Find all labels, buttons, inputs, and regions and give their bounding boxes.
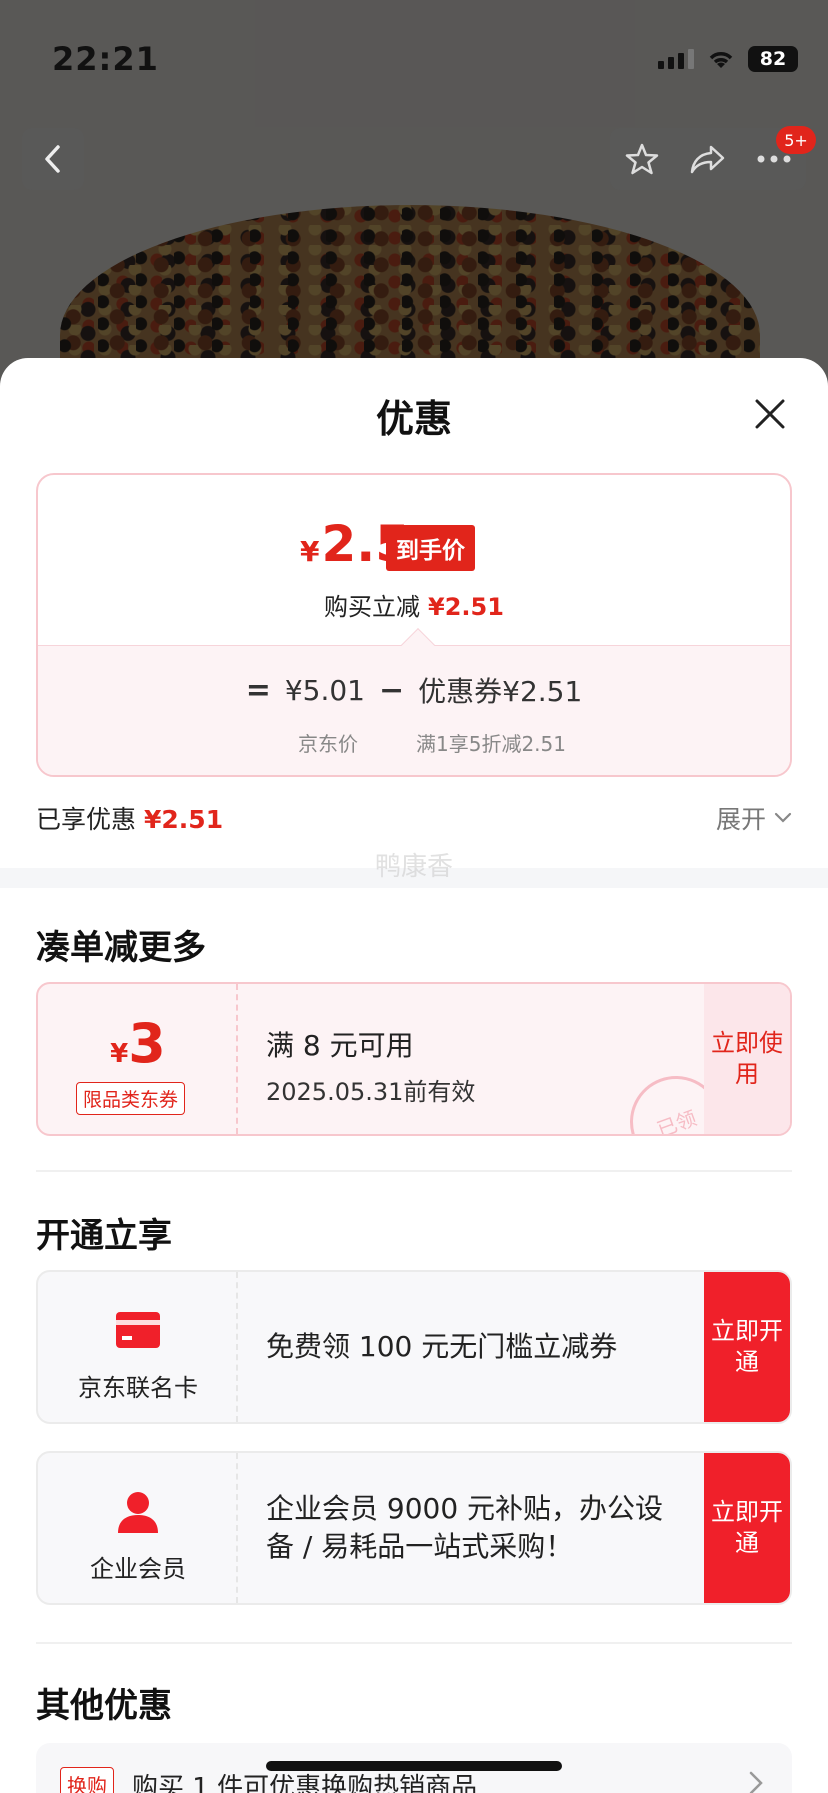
open-now-button[interactable]: 立即开通 — [704, 1453, 790, 1603]
coupon-condition: 满 8 元可用 — [266, 1029, 414, 1062]
notification-badge: 5+ — [776, 126, 816, 154]
trade-in-tag: 换购 — [60, 1767, 114, 1793]
enjoyed-discount: 已享优惠 ¥2.51 — [36, 800, 223, 836]
chevron-left-icon — [45, 145, 60, 173]
section-title-open: 开通立享 — [36, 1216, 172, 1256]
sheet-title: 优惠 — [375, 397, 452, 441]
jd-price-label: 京东价 — [298, 732, 358, 756]
coupon-card: ¥3 限品类东券 满 8 元可用 2025.05.31前有效 已领 立即使用 — [36, 982, 792, 1136]
minus-sign: − — [379, 672, 405, 708]
use-coupon-button[interactable]: 立即使用 — [704, 984, 790, 1134]
instant-discount-amount: ¥2.51 — [428, 593, 504, 621]
close-icon[interactable] — [752, 396, 788, 432]
offer-icon-area: 企业会员 — [38, 1453, 238, 1603]
discount-sheet: 优惠 ¥ 2.5 到手价 购买立减 ¥2.51 = ¥5.01 − 优惠券¥2.5… — [0, 358, 828, 1793]
coupon-deduction: 优惠券¥2.51 — [418, 675, 583, 708]
instant-discount-line: 购买立减 ¥2.51 — [38, 587, 790, 622]
star-icon[interactable] — [624, 141, 660, 177]
expand-label: 展开 — [715, 805, 766, 834]
offer-icon-area: 京东联名卡 — [38, 1272, 238, 1422]
coupon-validity: 2025.05.31前有效 — [266, 1078, 476, 1106]
price-formula: = ¥5.01 − 优惠券¥2.51 京东价 满1享5折减2.51 — [38, 645, 790, 775]
person-icon — [118, 1492, 158, 1533]
divider — [36, 1642, 792, 1644]
offer-name: 京东联名卡 — [78, 1374, 198, 1402]
expand-button[interactable]: 展开 — [716, 800, 792, 836]
price-breakdown-card: ¥ 2.5 到手价 购买立减 ¥2.51 = ¥5.01 − 优惠券¥2.51 京… — [36, 473, 792, 777]
coupon-currency: ¥ — [110, 1039, 129, 1069]
coupon-value-area: ¥3 限品类东券 — [38, 984, 238, 1134]
open-now-button[interactable]: 立即开通 — [704, 1272, 790, 1422]
share-icon[interactable] — [689, 143, 727, 175]
coupon-type-tag: 限品类东券 — [76, 1082, 186, 1115]
jd-co-brand-card-offer: 京东联名卡 免费领 100 元无门槛立减券 立即开通 — [36, 1270, 792, 1424]
currency-symbol: ¥ — [300, 535, 320, 568]
coupon-rule: 满1享5折减2.51 — [416, 732, 566, 756]
enterprise-member-offer: 企业会员 企业会员 9000 元补贴，办公设备 / 易耗品一站式采购！ 立即开通 — [36, 1451, 792, 1605]
coupon-amount: ¥3 — [38, 1012, 238, 1075]
battery-icon: 82 — [748, 46, 798, 72]
section-title-more: 凑单减更多 — [36, 928, 206, 968]
signal-icon — [658, 49, 694, 69]
enjoyed-label: 已享优惠 — [36, 805, 137, 834]
credit-card-icon — [116, 1312, 160, 1348]
chevron-right-icon — [749, 1771, 763, 1793]
formula-row: = ¥5.01 − 优惠券¥2.51 — [38, 670, 790, 710]
equals-sign: = — [245, 672, 271, 708]
enjoyed-amount: ¥2.51 — [144, 805, 224, 834]
status-time: 22:21 — [52, 40, 159, 78]
back-button[interactable] — [22, 128, 84, 190]
divider — [36, 1170, 792, 1172]
offer-description: 企业会员 9000 元补贴，办公设备 / 易耗品一站式采购！ — [266, 1492, 664, 1563]
coupon-amount-value: 3 — [128, 1012, 166, 1075]
status-bar: 22:21 82 — [0, 0, 828, 120]
instant-discount-label: 购买立减 — [324, 593, 421, 621]
offer-name: 企业会员 — [90, 1555, 186, 1583]
chevron-down-icon — [774, 812, 792, 823]
home-indicator — [266, 1761, 562, 1771]
more-icon[interactable] — [756, 154, 792, 164]
watermark: 鸭康香 — [374, 852, 453, 882]
offer-description: 免费领 100 元无门槛立减券 — [266, 1330, 618, 1364]
price-summary: ¥ 2.5 到手价 购买立减 ¥2.51 — [38, 475, 790, 645]
status-icons: 82 — [658, 46, 798, 72]
section-title-other: 其他优惠 — [36, 1686, 172, 1726]
jd-price: ¥5.01 — [284, 673, 365, 707]
final-price-tag: 到手价 — [386, 525, 475, 571]
wifi-icon — [709, 52, 733, 68]
